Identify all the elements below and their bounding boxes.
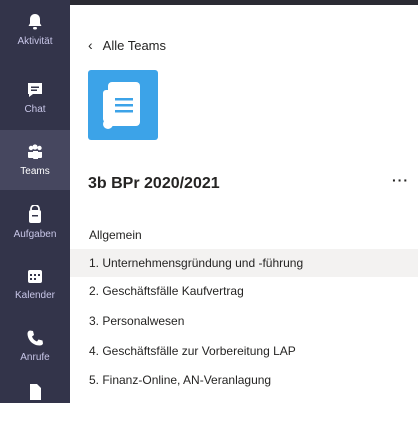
- back-to-all-teams[interactable]: ‹ Alle Teams: [88, 36, 166, 54]
- calendar-icon: [28, 270, 42, 283]
- rail-item-calls[interactable]: Anrufe: [0, 316, 70, 376]
- back-label: Alle Teams: [102, 37, 167, 53]
- chevron-left-icon: ‹: [88, 37, 93, 53]
- channel-item[interactable]: 2. Geschäftsfälle Kaufvertrag: [70, 277, 418, 305]
- rail-label-calls: Anrufe: [20, 352, 50, 363]
- channel-item[interactable]: 3. Personalwesen: [70, 307, 418, 335]
- more-options-icon[interactable]: ···: [392, 172, 409, 188]
- document-icon: [103, 82, 140, 129]
- rail-label-assignments: Aufgaben: [13, 229, 57, 240]
- rail-item-calendar[interactable]: Kalender: [0, 254, 70, 314]
- bell-icon: [28, 14, 42, 30]
- rail-label-activity: Aktivität: [17, 36, 53, 47]
- top-bar-edge: [70, 0, 418, 5]
- rail-item-activity[interactable]: Aktivität: [0, 0, 70, 60]
- channel-item[interactable]: Allgemein: [70, 221, 418, 249]
- chat-icon: [28, 83, 42, 97]
- phone-icon: [27, 330, 43, 346]
- rail-item-chat[interactable]: Chat: [0, 68, 70, 128]
- channel-item[interactable]: 5. Finanz-Online, AN-Veranlagung: [70, 366, 418, 394]
- team-logo: [88, 70, 158, 140]
- team-name[interactable]: 3b BPr 2020/2021: [88, 175, 220, 193]
- channel-item[interactable]: 4. Geschäftsfälle zur Vorbereitung LAP: [70, 337, 418, 365]
- app-rail: Aktivität Chat Teams Aufgaben Kalender A…: [0, 0, 70, 403]
- rail-item-assignments[interactable]: Aufgaben: [0, 193, 70, 253]
- rail-item-teams[interactable]: Teams: [0, 130, 70, 190]
- channel-item-active[interactable]: 1. Unternehmensgründung und -führung: [70, 249, 418, 277]
- rail-item-files[interactable]: [0, 370, 70, 430]
- rail-label-calendar: Kalender: [14, 290, 56, 301]
- rail-label-teams: Teams: [20, 166, 50, 177]
- rail-label-chat: Chat: [24, 104, 46, 115]
- teams-icon: [28, 144, 42, 159]
- files-icon: [30, 384, 41, 400]
- assignments-icon: [29, 205, 41, 223]
